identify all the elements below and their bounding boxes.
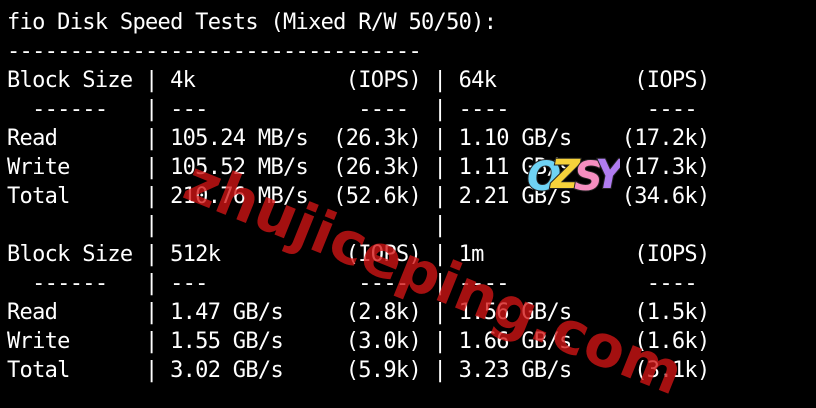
table-separator-row: ------ | --- ---- | ---- ----	[7, 97, 698, 122]
table-row-total: Total | 210.76 MB/s (52.6k) | 2.21 GB/s …	[7, 184, 710, 209]
table-row-write: Write | 1.55 GB/s (3.0k) | 1.66 GB/s (1.…	[7, 329, 710, 354]
title-underline: ---------------------------------	[7, 39, 422, 64]
table-row-write: Write | 105.52 MB/s (26.3k) | 1.11 GB/s …	[7, 155, 710, 180]
table-row-read: Read | 1.47 GB/s (2.8k) | 1.56 GB/s (1.5…	[7, 300, 710, 325]
terminal-window: fio Disk Speed Tests (Mixed R/W 50/50): -…	[0, 0, 816, 408]
table-header-row: Block Size | 4k (IOPS) | 64k (IOPS)	[7, 68, 710, 93]
terminal-output: fio Disk Speed Tests (Mixed R/W 50/50): -…	[7, 8, 710, 385]
table-row-read: Read | 105.24 MB/s (26.3k) | 1.10 GB/s (…	[7, 126, 710, 151]
table-header-row: Block Size | 512k (IOPS) | 1m (IOPS)	[7, 242, 710, 267]
table-spacer-row: | |	[7, 213, 447, 238]
table-separator-row: ------ | --- ---- | ---- ----	[7, 271, 698, 296]
table-row-total: Total | 3.02 GB/s (5.9k) | 3.23 GB/s (3.…	[7, 358, 710, 383]
benchmark-title: fio Disk Speed Tests (Mixed R/W 50/50):	[7, 10, 497, 35]
